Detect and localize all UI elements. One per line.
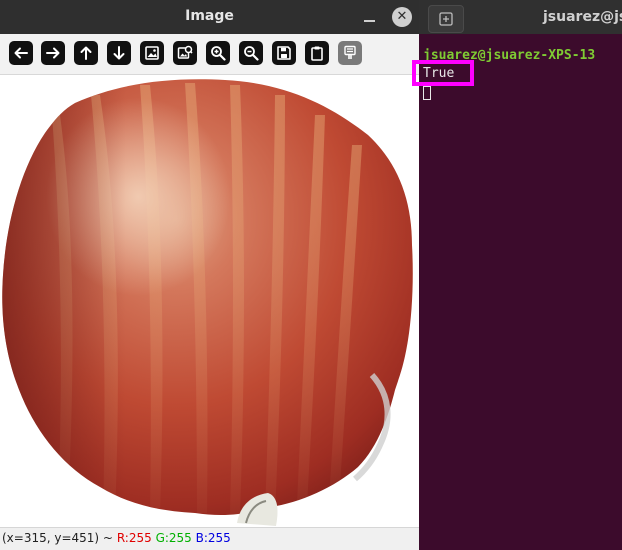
- cursor-coordinates: (x=315, y=451) ~: [2, 531, 113, 545]
- pan-left-icon[interactable]: [9, 41, 33, 65]
- pan-up-icon[interactable]: [74, 41, 98, 65]
- save-icon[interactable]: [272, 41, 296, 65]
- image-window-titlebar[interactable]: Image ✕: [0, 0, 419, 34]
- zoom-fit-icon[interactable]: [140, 41, 164, 65]
- zoom-in-icon[interactable]: [206, 41, 230, 65]
- new-tab-icon: [439, 12, 453, 26]
- clipboard-icon[interactable]: [305, 41, 329, 65]
- pan-right-icon[interactable]: [41, 41, 65, 65]
- apple-image: [2, 79, 413, 526]
- pan-down-icon[interactable]: [107, 41, 131, 65]
- image-viewer-window: Image ✕ (x=315, y=451) ~ R:255 G:255 B:2…: [0, 0, 419, 550]
- terminal-title: jsuarez@js: [543, 9, 622, 25]
- terminal-cursor: [423, 86, 431, 100]
- green-value: G:255: [155, 531, 192, 545]
- new-tab-button[interactable]: [428, 5, 464, 33]
- minimize-button[interactable]: [363, 9, 377, 23]
- properties-icon[interactable]: [338, 41, 362, 65]
- status-bar: (x=315, y=451) ~ R:255 G:255 B:255: [0, 527, 419, 550]
- close-button[interactable]: ✕: [392, 7, 412, 27]
- blue-value: B:255: [195, 531, 231, 545]
- desktop: Image ✕ (x=315, y=451) ~ R:255 G:255 B:2…: [0, 0, 622, 550]
- zoom-out-icon[interactable]: [239, 41, 263, 65]
- zoom-original-icon[interactable]: [173, 41, 197, 65]
- image-canvas[interactable]: [0, 75, 419, 526]
- terminal-body[interactable]: jsuarez@jsuarez-XPS-13 True: [419, 34, 622, 550]
- image-toolbar: [0, 34, 419, 75]
- red-value: R:255: [116, 531, 152, 545]
- terminal-titlebar[interactable]: jsuarez@js: [419, 0, 622, 34]
- highlight-box: [412, 60, 474, 86]
- window-title: Image: [185, 8, 234, 24]
